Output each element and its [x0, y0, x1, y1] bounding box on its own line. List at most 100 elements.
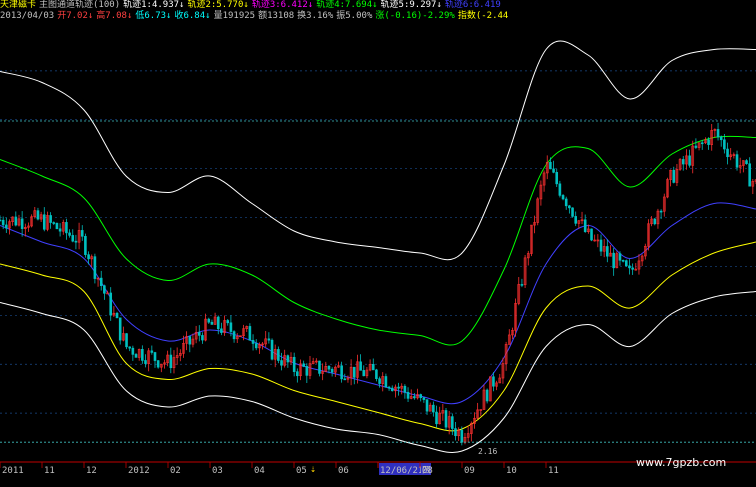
candle-body — [723, 139, 726, 150]
candle-body — [362, 370, 366, 377]
candle-body — [561, 195, 565, 200]
quote-item: 高7.08↓ — [96, 11, 133, 21]
band-line — [0, 291, 756, 453]
candle-body — [375, 369, 378, 379]
quote-item: 收6.84↓ — [174, 11, 211, 21]
candle-body — [220, 328, 223, 333]
candle-body — [188, 336, 192, 345]
quote-item: 涨(-0.16)-2.29% — [375, 11, 455, 21]
candle-body — [359, 361, 362, 371]
candle-body — [735, 154, 739, 168]
x-tick-label: 12 — [86, 466, 97, 476]
candle-body — [371, 364, 375, 371]
candle-body — [153, 352, 157, 361]
quote-item: 2013/04/03 — [0, 11, 55, 21]
candle-body — [672, 169, 676, 183]
candle-body — [71, 235, 75, 242]
x-tick-label: 10 — [506, 466, 517, 476]
candle-body — [549, 161, 552, 170]
candle-body — [552, 168, 555, 173]
x-tick-label: 05 — [296, 466, 307, 476]
indicator-item: 轨迹2:5.770↓ — [187, 0, 249, 10]
candle-body — [653, 218, 657, 225]
indicator-item: 轨迹4:7.694↓ — [316, 0, 378, 10]
candle-body — [555, 172, 559, 185]
candle-body — [352, 366, 356, 378]
candle-body — [425, 399, 429, 412]
candle-body — [80, 230, 84, 237]
candle-body — [625, 260, 628, 267]
candle-body — [659, 210, 663, 213]
candle-body — [0, 219, 2, 222]
candle-body — [564, 198, 568, 207]
candle-body — [403, 385, 407, 393]
watermark: www.7gpzb.com — [636, 456, 727, 469]
candle-body — [612, 252, 615, 269]
candle-body — [590, 228, 593, 241]
quote-item: 指数(-2.44 — [457, 11, 509, 21]
candle-body — [169, 354, 173, 369]
candle-body — [574, 216, 577, 224]
quote-item: 换3.16% — [297, 11, 334, 21]
candle-body — [277, 349, 280, 361]
candle-body — [618, 253, 622, 261]
candle-body — [413, 396, 416, 399]
candle-body — [131, 347, 135, 355]
candle-body — [343, 378, 347, 381]
candle-body — [286, 355, 290, 363]
candle-body — [397, 386, 400, 389]
candle-body — [716, 129, 720, 138]
candle-body — [520, 284, 524, 286]
candle-body — [378, 378, 381, 384]
x-tick-label: 11 — [548, 466, 559, 476]
x-tick-label: 2012 — [128, 466, 150, 476]
candle-body — [58, 228, 62, 232]
reference-lines — [0, 120, 756, 443]
candle-body — [216, 316, 220, 330]
candle-body — [65, 222, 68, 234]
candle-body — [419, 394, 423, 398]
x-tick-label: 2011 — [2, 466, 24, 476]
candle-body — [156, 360, 160, 368]
candle-body — [280, 360, 283, 366]
candles — [0, 122, 756, 446]
candle-body — [115, 312, 119, 319]
channel-bands — [0, 40, 756, 453]
candle-body — [5, 224, 8, 229]
candle-body — [583, 219, 587, 232]
candle-body — [267, 338, 271, 341]
candle-body — [387, 386, 391, 389]
candle-body — [621, 260, 625, 262]
x-tick-label: 02 — [170, 466, 181, 476]
indicator-item: 轨迹3:6.412↓ — [251, 0, 314, 10]
candle-body — [726, 148, 729, 158]
candle-body — [318, 360, 321, 374]
x-tick-label: 08 — [422, 466, 433, 476]
candle-body — [229, 322, 233, 332]
candle-body — [422, 397, 426, 400]
quote-item: 低6.73↓ — [135, 11, 172, 21]
candle-body — [681, 159, 685, 165]
price-chart: 2011 11 12 2012 02 03 04 05 06 12/06/21四08 09 10 11 — [0, 40, 756, 476]
x-tick-label: 09 — [464, 466, 475, 476]
candle-body — [700, 142, 704, 145]
candle-body — [305, 366, 309, 376]
candle-body — [451, 416, 454, 429]
candle-body — [327, 366, 331, 370]
indicator-item: 主图通道轨迹(100) — [39, 0, 121, 10]
candle-body — [42, 214, 46, 230]
candle-body — [232, 331, 236, 340]
band-line — [0, 135, 756, 346]
quote-item: 振5.00% — [336, 11, 373, 21]
x-tick-label: 12/06/21 — [380, 466, 423, 476]
candle-body — [254, 343, 258, 349]
candle-body — [745, 160, 748, 165]
candle-body — [606, 246, 609, 257]
candle-body — [571, 207, 574, 217]
candle-body — [599, 239, 603, 252]
candle-body — [432, 404, 435, 413]
candle-body — [14, 216, 18, 226]
candle-body — [144, 360, 147, 364]
candle-body — [270, 339, 274, 360]
cursor-arrow-icon: ⇣ — [310, 464, 317, 475]
